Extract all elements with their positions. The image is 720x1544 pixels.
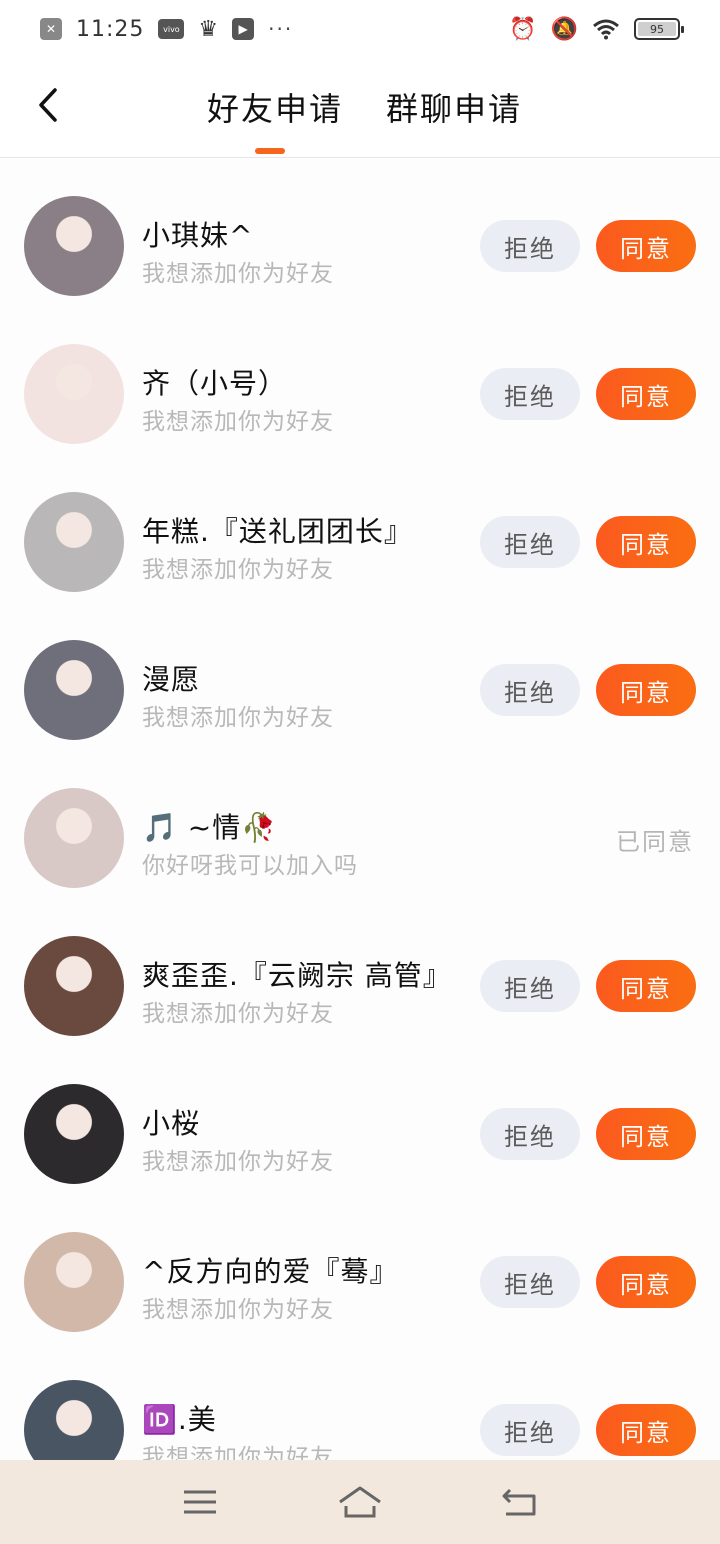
reject-button[interactable]: 拒绝 — [480, 1108, 580, 1160]
avatar[interactable] — [24, 1232, 124, 1332]
alarm-icon: ⏰ — [509, 16, 537, 42]
accept-button[interactable]: 同意 — [596, 960, 696, 1012]
reject-button[interactable]: 拒绝 — [480, 960, 580, 1012]
accept-button[interactable]: 同意 — [596, 1108, 696, 1160]
request-row: ^反方向的爱『蓦』我想添加你为好友 拒绝 同意 — [0, 1194, 720, 1342]
tab-friend-requests[interactable]: 好友申请 — [207, 84, 343, 130]
request-row: 小桜我想添加你为好友 拒绝 同意 — [0, 1046, 720, 1194]
avatar[interactable] — [24, 344, 124, 444]
requester-name: 年糕.『送礼团团长』 — [142, 515, 413, 548]
avatar[interactable] — [24, 1380, 124, 1460]
status-time: 11:25 — [76, 16, 145, 42]
crown-icon: ♛ — [198, 16, 219, 42]
home-icon — [339, 1486, 381, 1518]
reject-button[interactable]: 拒绝 — [480, 220, 580, 272]
status-bar-left: ✕ 11:25 vivo ♛ ▶ ··· — [40, 17, 293, 42]
reject-button[interactable]: 拒绝 — [480, 368, 580, 420]
battery-level: 95 — [650, 22, 664, 36]
requester-name: 🎵 ~情🥀 — [142, 811, 278, 844]
menu-button[interactable] — [170, 1477, 230, 1527]
request-row: 年糕.『送礼团团长』我想添加你为好友 拒绝 同意 — [0, 454, 720, 602]
request-message: 我想添加你为好友 — [142, 261, 334, 287]
reject-button[interactable]: 拒绝 — [480, 516, 580, 568]
request-row: 漫愿我想添加你为好友 拒绝 同意 — [0, 602, 720, 750]
accept-button[interactable]: 同意 — [596, 368, 696, 420]
accepted-status: 已同意 — [616, 828, 694, 856]
avatar[interactable] — [24, 196, 124, 296]
request-message: 我想添加你为好友 — [142, 1445, 334, 1460]
accept-button[interactable]: 同意 — [596, 220, 696, 272]
reject-button[interactable]: 拒绝 — [480, 1404, 580, 1456]
requester-name: 🆔.美 — [142, 1403, 217, 1436]
requester-name: 漫愿 — [142, 663, 201, 696]
accept-button[interactable]: 同意 — [596, 516, 696, 568]
play-icon: ▶ — [232, 18, 255, 40]
header: 好友申请 群聊申请 — [0, 58, 720, 158]
chevron-left-icon — [39, 88, 57, 122]
status-bar: ✕ 11:25 vivo ♛ ▶ ··· ⏰ 🔕 95 — [0, 0, 720, 58]
requester-name: 爽歪歪.『云阙宗 高管』 — [142, 959, 452, 992]
request-row: 小琪妹^ 我想添加你为好友 拒绝 同意 — [0, 158, 720, 306]
request-message: 我想添加你为好友 — [142, 557, 334, 583]
accept-button[interactable]: 同意 — [596, 1404, 696, 1456]
status-bar-right: ⏰ 🔕 95 — [509, 16, 684, 42]
avatar[interactable] — [24, 640, 124, 740]
request-row: 🆔.美我想添加你为好友 拒绝 同意 — [0, 1342, 720, 1460]
avatar[interactable] — [24, 788, 124, 888]
requester-name: 小琪妹^ — [142, 219, 254, 252]
mute-icon: 🔕 — [550, 16, 578, 42]
x-icon: ✕ — [40, 18, 62, 40]
request-row: 🎵 ~情🥀 你好呀我可以加入吗 已同意 — [0, 750, 720, 898]
accept-button[interactable]: 同意 — [596, 1256, 696, 1308]
battery-icon: 95 — [634, 18, 684, 40]
request-message: 我想添加你为好友 — [142, 705, 334, 731]
requester-name: 小桜 — [142, 1107, 201, 1140]
home-button[interactable] — [330, 1477, 390, 1527]
avatar[interactable] — [24, 1084, 124, 1184]
system-nav-bar — [0, 1460, 720, 1544]
wifi-icon — [593, 19, 619, 40]
requester-name: 齐（小号） — [142, 367, 288, 400]
request-message: 我想添加你为好友 — [142, 409, 334, 435]
reject-button[interactable]: 拒绝 — [480, 1256, 580, 1308]
more-icon: ··· — [268, 17, 294, 41]
avatar[interactable] — [24, 492, 124, 592]
back-nav-icon — [502, 1488, 536, 1516]
request-row: 爽歪歪.『云阙宗 高管』我想添加你为好友 拒绝 同意 — [0, 898, 720, 1046]
request-list: 小琪妹^ 我想添加你为好友 拒绝 同意 齐（小号） 我想添加你为好友 拒绝 同意 年糕.『送礼团… — [0, 158, 720, 1460]
back-nav-button[interactable] — [490, 1477, 550, 1527]
request-message: 你好呀我可以加入吗 — [142, 853, 358, 879]
menu-icon — [184, 1490, 216, 1514]
avatar[interactable] — [24, 936, 124, 1036]
requester-name: ^反方向的爱『蓦』 — [142, 1255, 399, 1288]
request-message: 我想添加你为好友 — [142, 1297, 334, 1323]
back-button[interactable] — [28, 80, 68, 130]
request-message: 我想添加你为好友 — [142, 1001, 334, 1027]
reject-button[interactable]: 拒绝 — [480, 664, 580, 716]
request-message: 我想添加你为好友 — [142, 1149, 334, 1175]
active-tab-indicator — [255, 148, 285, 154]
vivo-icon: vivo — [158, 19, 185, 39]
request-row: 齐（小号） 我想添加你为好友 拒绝 同意 — [0, 306, 720, 454]
tab-group-requests[interactable]: 群聊申请 — [386, 84, 522, 130]
accept-button[interactable]: 同意 — [596, 664, 696, 716]
